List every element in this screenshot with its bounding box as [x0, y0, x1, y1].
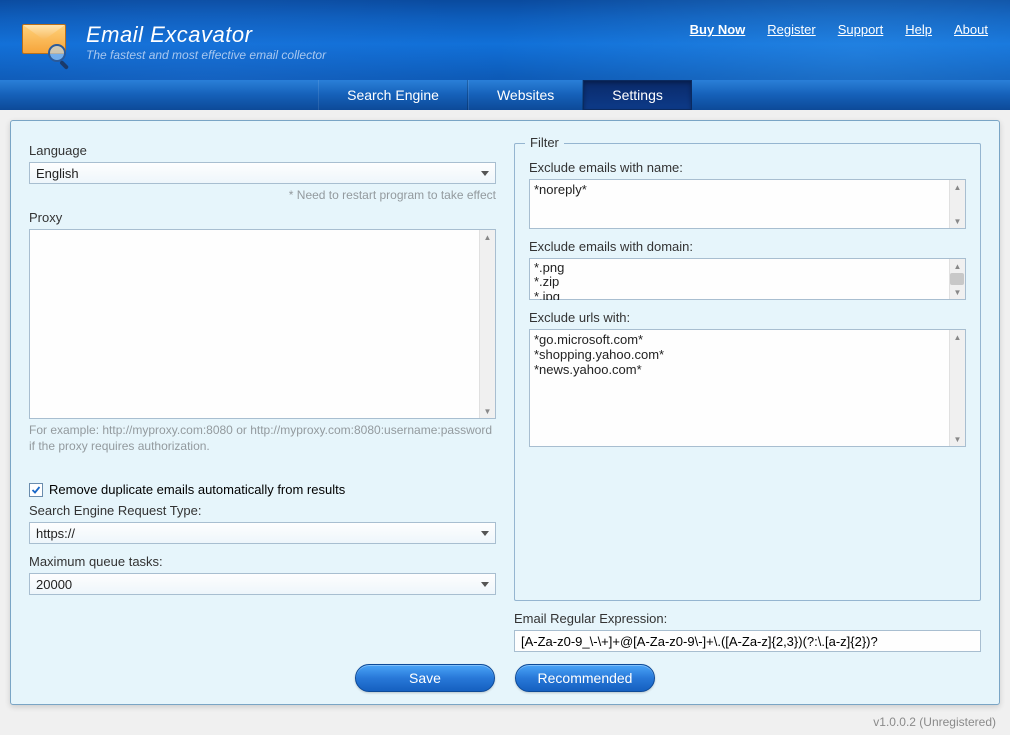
filter-group: Filter Exclude emails with name: *norepl… [514, 143, 981, 601]
chevron-down-icon [481, 171, 489, 176]
tab-settings[interactable]: Settings [583, 80, 692, 110]
version-text: v1.0.0.2 (Unregistered) [873, 715, 996, 729]
remove-duplicates-label: Remove duplicate emails automatically fr… [49, 482, 345, 497]
tab-bar: Search Engine Websites Settings [0, 80, 1010, 110]
remove-duplicates-checkbox[interactable] [29, 483, 43, 497]
exclude-domain-textarea[interactable] [529, 258, 966, 300]
magnifier-icon [46, 42, 74, 70]
scrollbar[interactable]: ▲ ▼ [479, 230, 495, 418]
regex-label: Email Regular Expression: [514, 611, 981, 626]
scroll-up-icon: ▲ [480, 230, 495, 244]
chevron-down-icon [481, 582, 489, 587]
nav-buy[interactable]: Buy Now [690, 22, 746, 37]
proxy-label: Proxy [29, 210, 496, 225]
tab-websites[interactable]: Websites [468, 80, 583, 110]
request-type-select[interactable]: https:// [29, 522, 496, 544]
exclude-name-label: Exclude emails with name: [529, 160, 966, 175]
scroll-down-icon: ▼ [950, 432, 965, 446]
exclude-name-textarea[interactable] [529, 179, 966, 229]
brand: Email Excavator The fastest and most eff… [20, 16, 326, 68]
language-label: Language [29, 143, 496, 158]
queue-label: Maximum queue tasks: [29, 554, 496, 569]
scroll-up-icon: ▲ [950, 259, 965, 273]
language-value: English [36, 166, 79, 181]
top-nav: Buy Now Register Support Help About [690, 22, 988, 37]
settings-panel: Language English * Need to restart progr… [10, 120, 1000, 705]
nav-support[interactable]: Support [838, 22, 884, 37]
language-hint: * Need to restart program to take effect [29, 188, 496, 202]
app-tagline: The fastest and most effective email col… [86, 48, 326, 62]
scroll-down-icon: ▼ [950, 214, 965, 228]
app-header: Email Excavator The fastest and most eff… [0, 0, 1010, 110]
proxy-hint: For example: http://myproxy.com:8080 or … [29, 422, 496, 454]
nav-about[interactable]: About [954, 22, 988, 37]
recommended-button[interactable]: Recommended [515, 664, 655, 692]
tab-search-engine[interactable]: Search Engine [318, 80, 468, 110]
exclude-url-label: Exclude urls with: [529, 310, 966, 325]
request-type-value: https:// [36, 526, 75, 541]
request-type-label: Search Engine Request Type: [29, 503, 496, 518]
right-column: Filter Exclude emails with name: *norepl… [514, 143, 981, 652]
scrollbar[interactable]: ▲ ▼ [949, 180, 965, 228]
scroll-up-icon: ▲ [950, 330, 965, 344]
regex-input[interactable] [514, 630, 981, 652]
app-title: Email Excavator [86, 22, 326, 48]
left-column: Language English * Need to restart progr… [29, 143, 496, 652]
scrollbar[interactable]: ▲ ▼ [949, 259, 965, 299]
language-select[interactable]: English [29, 162, 496, 184]
app-logo-icon [20, 16, 72, 68]
check-icon [31, 485, 41, 495]
save-button[interactable]: Save [355, 664, 495, 692]
exclude-domain-label: Exclude emails with domain: [529, 239, 966, 254]
proxy-textarea[interactable] [29, 229, 496, 419]
nav-register[interactable]: Register [767, 22, 815, 37]
scroll-down-icon: ▼ [950, 285, 965, 299]
scroll-thumb[interactable] [950, 273, 964, 285]
nav-help[interactable]: Help [905, 22, 932, 37]
queue-value: 20000 [36, 577, 72, 592]
scroll-up-icon: ▲ [950, 180, 965, 194]
filter-legend: Filter [525, 135, 564, 150]
scroll-down-icon: ▼ [480, 404, 495, 418]
scrollbar[interactable]: ▲ ▼ [949, 330, 965, 446]
chevron-down-icon [481, 531, 489, 536]
exclude-url-textarea[interactable] [529, 329, 966, 447]
queue-select[interactable]: 20000 [29, 573, 496, 595]
